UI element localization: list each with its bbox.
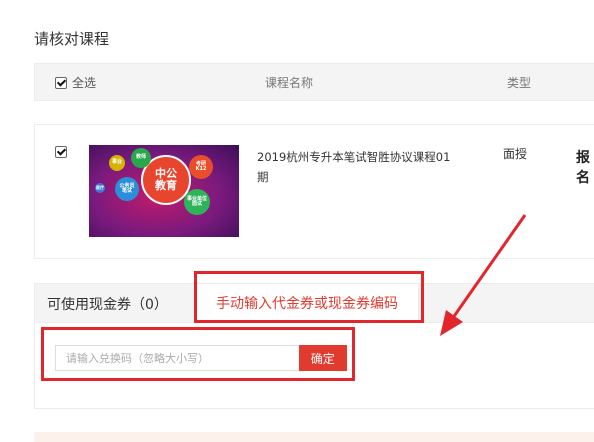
select-all-checkbox[interactable] [55,76,67,89]
thumb-bubble: 事业单位 面试 [184,189,210,215]
course-title[interactable]: 2019杭州专升本笔试智胜协议课程01期 [257,147,457,187]
course-type: 面授 [503,147,528,161]
column-header-type: 类型 [507,76,532,90]
thumb-bubble: 考研 K12 [189,155,213,179]
thumb-bubble: 医疗 [95,183,105,193]
section-title: 请核对课程 [34,30,110,48]
bottom-notice-strip [34,432,594,442]
annotation-box-manual-tab [194,271,424,323]
column-header-name: 课程名称 [265,76,314,90]
course-row: 中公 教育 事业 教师 考研 K12 公务员 笔试 事业单位 面试 医疗 201… [34,124,594,259]
available-voucher-tab[interactable]: 可使用现金券（0） [47,294,168,314]
select-all-control[interactable]: 全选 [55,74,96,91]
select-all-label: 全选 [72,76,97,90]
thumb-bubble: 事业 [109,155,125,171]
thumb-bubble: 公务员 笔试 [115,177,139,201]
checkout-page: 请核对课程 全选 课程名称 类型 中公 教育 事业 教师 考研 K12 公务员 … [0,0,594,442]
annotation-box-input [41,327,355,381]
course-thumbnail: 中公 教育 事业 教师 考研 K12 公务员 笔试 事业单位 面试 医疗 [89,145,239,237]
course-extra-label: 报名 [576,150,590,186]
thumb-bubble: 教师 [131,148,151,168]
course-checkbox[interactable] [55,146,67,158]
course-table-header: 全选 课程名称 类型 [34,63,594,101]
